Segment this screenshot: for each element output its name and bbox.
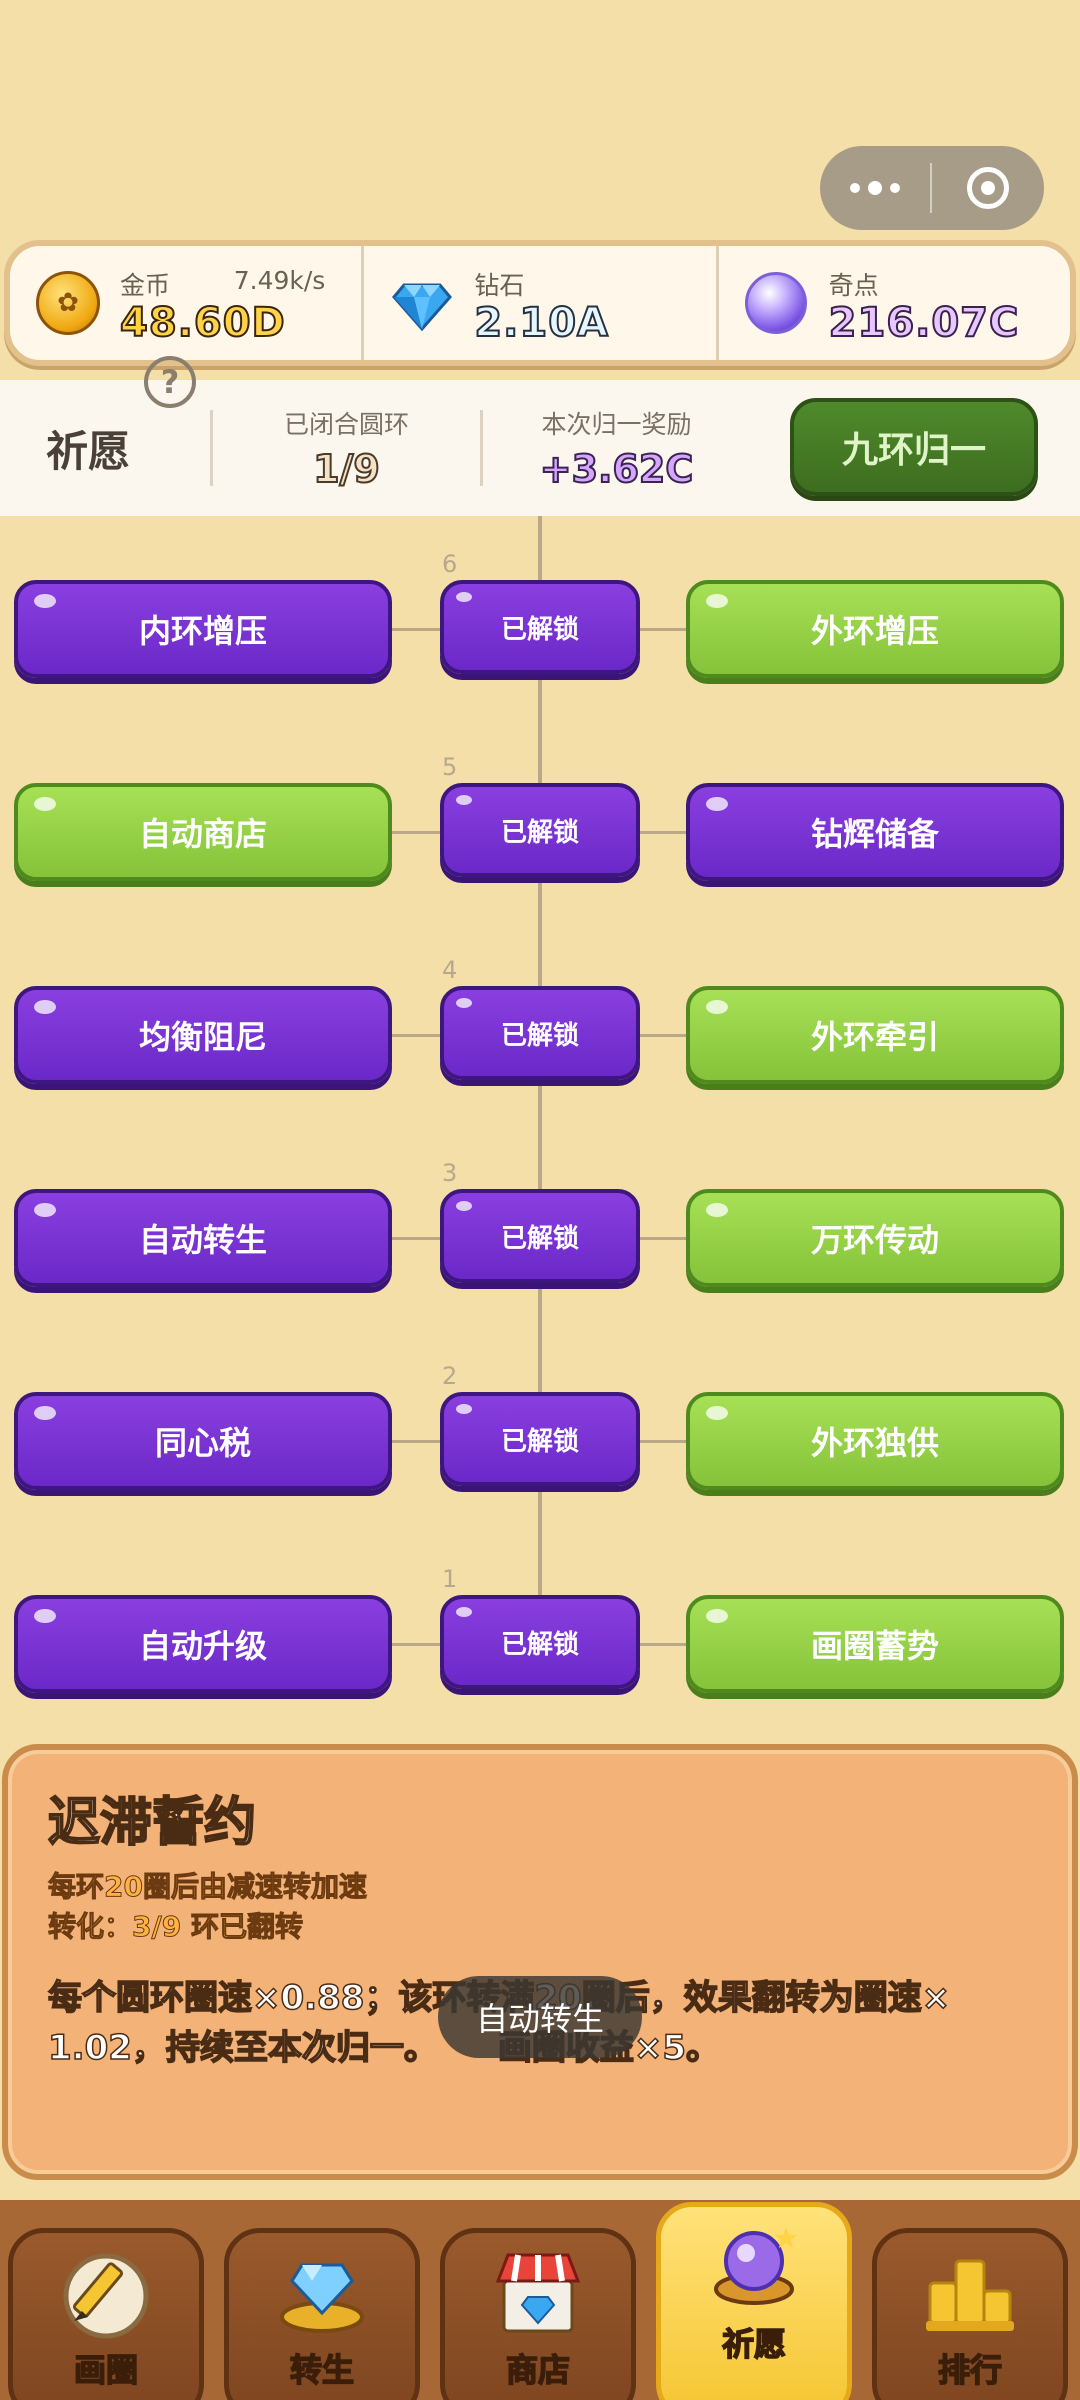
upgrade-option[interactable]: 外环独供 <box>686 1392 1064 1490</box>
level-number: 4 <box>442 956 458 984</box>
unlock-status[interactable]: 已解锁 <box>440 783 640 877</box>
tab-rebirth[interactable]: 转生 <box>224 2228 420 2400</box>
tab-label: 排行 <box>937 2350 1003 2390</box>
diamond-currency: 钻石 2.10A <box>361 246 715 360</box>
upgrade-option[interactable]: 自动商店 <box>14 783 392 881</box>
tree-row: 2 同心税 已解锁 外环独供 <box>0 1362 1080 1492</box>
upgrade-option[interactable]: 钻辉储备 <box>686 783 1064 881</box>
help-icon[interactable]: ? <box>144 355 196 408</box>
diamond-value: 2.10A <box>473 299 609 347</box>
orb-icon <box>699 2215 809 2315</box>
upgrade-option[interactable]: 外环牵引 <box>686 986 1064 1084</box>
mini-program-capsule <box>820 146 1044 230</box>
description-line-1: 每环20圈后由减速转加速 <box>48 1870 368 1904</box>
reward-stat: 本次归一奖励 +3.62C <box>480 410 750 492</box>
tab-prayer[interactable]: 祈愿 <box>656 2202 852 2400</box>
upgrade-option[interactable]: 同心税 <box>14 1392 392 1490</box>
pencil-icon <box>51 2241 161 2341</box>
gold-coin-icon: ✿ <box>36 271 100 335</box>
tab-label: 商店 <box>505 2350 571 2390</box>
closed-rings-stat: 已闭合圆环 1/9 <box>210 410 480 492</box>
description-body-line-2-text: 1.02，持续至本次归一。 <box>47 2027 438 2069</box>
upgrade-tree: 6 内环增压 已解锁 外环增压 5 自动商店 已解锁 钻辉储备 4 均衡阻尼 已… <box>0 516 1080 1695</box>
reward-label: 本次归一奖励 <box>541 410 692 439</box>
level-number: 2 <box>442 1362 458 1390</box>
gold-rate: 7.49k/s <box>233 266 326 295</box>
oddity-value: 216.07C <box>828 299 1020 347</box>
nine-ring-unify-button[interactable]: 九环归一 <box>790 398 1038 496</box>
tab-ranking[interactable]: 排行 <box>872 2228 1068 2400</box>
gold-value: 48.60D <box>119 299 286 347</box>
description-title: 迟滞誓约 <box>47 1792 257 1854</box>
tab-draw-circle[interactable]: 画圈 <box>8 2228 204 2400</box>
currency-bar: ✿ 金币 7.49k/s 48.60D 钻石 2.10A 奇点 216.07C <box>4 240 1076 366</box>
upgrade-option[interactable]: 画圈蓄势 <box>686 1595 1064 1693</box>
tree-row: 4 均衡阻尼 已解锁 外环牵引 <box>0 956 1080 1086</box>
close-mini-program-button[interactable] <box>932 167 1044 209</box>
tab-shop[interactable]: 商店 <box>440 2228 636 2400</box>
upgrade-option[interactable]: 外环增压 <box>686 580 1064 678</box>
tree-row: 6 内环增压 已解锁 外环增压 <box>0 550 1080 680</box>
shop-icon <box>483 2241 593 2341</box>
page-title-text: 祈愿 <box>46 426 131 476</box>
tree-row: 5 自动商店 已解锁 钻辉储备 <box>0 753 1080 883</box>
closed-rings-value: 1/9 <box>312 446 381 492</box>
reward-value: +3.62C <box>539 446 694 492</box>
upgrade-option[interactable]: 均衡阻尼 <box>14 986 392 1084</box>
upgrade-option[interactable]: 自动转生 <box>14 1189 392 1287</box>
diamond-icon <box>392 283 453 332</box>
unlock-status[interactable]: 已解锁 <box>440 1189 640 1283</box>
oddity-label: 奇点 <box>828 271 879 300</box>
bottom-nav: 画圈 转生 商店 祈愿 排行 <box>0 2200 1080 2400</box>
upgrade-option[interactable]: 内环增压 <box>14 580 392 678</box>
description-line-2: 转化：3/9 环已翻转 <box>48 1910 304 1944</box>
tab-label: 祈愿 <box>721 2324 787 2364</box>
ranking-icon <box>915 2241 1025 2341</box>
oddity-currency: 奇点 216.07C <box>715 246 1070 360</box>
page-title: 祈愿 ? <box>0 355 210 479</box>
unlock-status[interactable]: 已解锁 <box>440 1595 640 1689</box>
more-menu-button[interactable] <box>820 146 930 230</box>
diamond-ring-icon <box>267 2241 377 2341</box>
diamond-label: 钻石 <box>474 271 525 300</box>
unlock-status[interactable]: 已解锁 <box>440 580 640 674</box>
tab-label: 画圈 <box>73 2350 139 2390</box>
level-number: 3 <box>442 1159 458 1187</box>
tab-label: 转生 <box>289 2350 355 2390</box>
purple-orb-icon <box>744 272 807 334</box>
level-number: 6 <box>442 550 458 578</box>
tree-row: 1 自动升级 已解锁 画圈蓄势 <box>0 1565 1080 1695</box>
target-icon <box>967 167 1009 209</box>
unlock-status[interactable]: 已解锁 <box>440 1392 640 1486</box>
level-number: 1 <box>442 1565 458 1593</box>
gold-currency: ✿ 金币 7.49k/s 48.60D <box>10 246 361 360</box>
closed-rings-label: 已闭合圆环 <box>283 410 409 439</box>
upgrade-option[interactable]: 万环传动 <box>686 1189 1064 1287</box>
toast-message: 自动转生 <box>438 1976 642 2058</box>
tree-row: 3 自动转生 已解锁 万环传动 <box>0 1159 1080 1289</box>
unlock-status[interactable]: 已解锁 <box>440 986 640 1080</box>
description-panel: 迟滞誓约 每环20圈后由减速转加速 转化：3/9 环已翻转 每个圆环圈速×0.8… <box>2 1744 1078 2180</box>
upgrade-option[interactable]: 自动升级 <box>14 1595 392 1693</box>
gold-label: 金币 <box>120 271 171 300</box>
level-number: 5 <box>442 753 458 781</box>
